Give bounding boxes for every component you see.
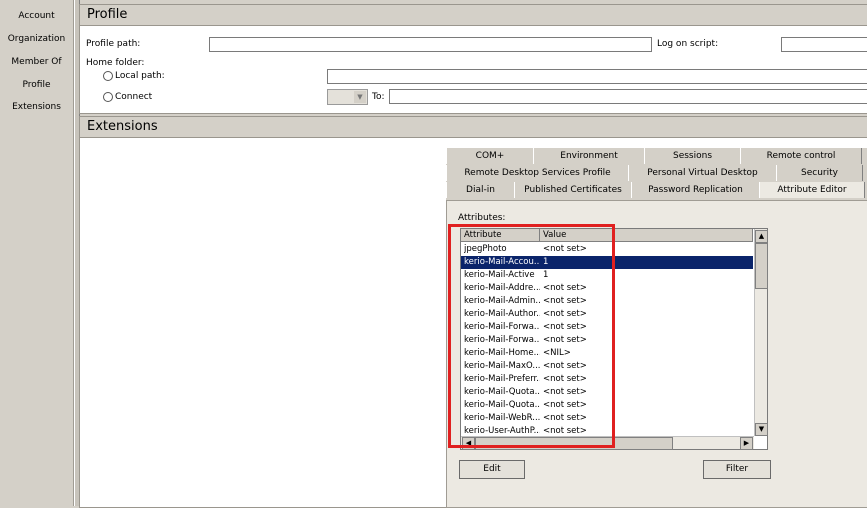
left-navigation: Account Organization Member Of Profile E…: [0, 0, 74, 506]
local-path-radio[interactable]: [103, 71, 113, 81]
logon-script-label: Log on script:: [657, 39, 719, 49]
arrow-right-icon[interactable]: ▶: [740, 437, 753, 450]
tab-strip: COM+ Environment Sessions Remote control…: [446, 148, 867, 200]
tab-remote-control[interactable]: Remote control: [740, 148, 862, 164]
tab-security[interactable]: Security: [776, 165, 863, 181]
local-path-input[interactable]: [327, 69, 867, 84]
drive-dropdown[interactable]: ▼: [327, 89, 368, 105]
connect-radio[interactable]: [103, 92, 113, 102]
tab-remote-desktop-services-profile[interactable]: Remote Desktop Services Profile: [446, 165, 629, 181]
tab-published-certificates[interactable]: Published Certificates: [514, 182, 632, 198]
nav-item-account[interactable]: Account: [0, 11, 73, 21]
edit-button[interactable]: Edit: [459, 460, 525, 479]
to-path-input[interactable]: [389, 89, 867, 104]
to-label: To:: [372, 92, 385, 102]
nav-item-profile[interactable]: Profile: [0, 80, 73, 90]
profile-header: Profile: [80, 5, 867, 26]
logon-script-input[interactable]: [781, 37, 867, 52]
filter-button[interactable]: Filter: [703, 460, 771, 479]
tab-environment[interactable]: Environment: [533, 148, 645, 164]
highlight-annotation: [448, 224, 615, 448]
profile-path-input[interactable]: [209, 37, 652, 52]
tab-sessions[interactable]: Sessions: [644, 148, 741, 164]
tab-attribute-editor[interactable]: Attribute Editor: [759, 182, 865, 198]
connect-label: Connect: [115, 92, 153, 102]
local-path-label: Local path:: [115, 71, 165, 81]
tab-personal-virtual-desktop[interactable]: Personal Virtual Desktop: [628, 165, 777, 181]
profile-path-label: Profile path:: [86, 39, 141, 49]
vertical-scrollbar[interactable]: ▲ ▼: [754, 229, 768, 436]
tab-dial-in[interactable]: Dial-in: [446, 182, 515, 198]
chevron-down-icon[interactable]: ▼: [354, 91, 366, 103]
tab-password-replication[interactable]: Password Replication: [631, 182, 760, 198]
tab-com-plus[interactable]: COM+: [446, 148, 534, 164]
profile-panel: Profile Profile path: Log on script: Hom…: [79, 4, 867, 114]
extensions-header: Extensions: [80, 117, 867, 138]
nav-item-extensions[interactable]: Extensions: [0, 102, 73, 112]
vertical-scroll-thumb[interactable]: [755, 243, 768, 289]
nav-item-member-of[interactable]: Member Of: [0, 57, 73, 67]
arrow-down-icon[interactable]: ▼: [755, 423, 768, 436]
home-folder-label: Home folder:: [86, 58, 145, 68]
nav-item-organization[interactable]: Organization: [0, 34, 73, 44]
attributes-label: Attributes:: [458, 213, 506, 223]
arrow-up-icon[interactable]: ▲: [755, 230, 768, 243]
